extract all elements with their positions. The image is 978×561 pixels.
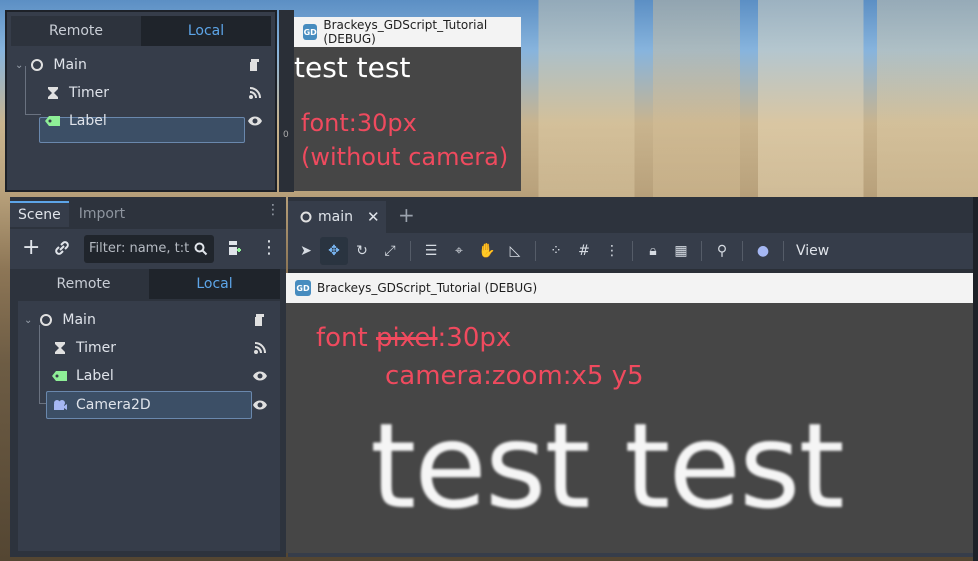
tab-label: main: [318, 209, 353, 225]
top-scene-tree: ⌄ Main Timer Label: [7, 46, 275, 186]
new-tab-icon[interactable]: +: [398, 203, 415, 227]
tree-item-camera2d[interactable]: Camera2D: [18, 392, 280, 418]
tab-import[interactable]: Import: [69, 201, 135, 227]
tree-item-label: Label: [76, 368, 114, 384]
chevron-down-icon[interactable]: ⌄: [24, 315, 32, 326]
window-title: Brackeys_GDScript_Tutorial (DEBUG): [317, 281, 538, 295]
annotation-suffix: :30px: [437, 323, 512, 353]
script-icon[interactable]: [247, 57, 263, 73]
window-titlebar[interactable]: GD Brackeys_GDScript_Tutorial (DEBUG): [294, 17, 521, 47]
ruler-tool-icon[interactable]: ◺: [501, 237, 529, 265]
select-tool-icon[interactable]: ➤: [292, 237, 320, 265]
grid-snap-icon[interactable]: #: [570, 237, 598, 265]
game-label-text: test test: [294, 51, 411, 84]
canvas-toolbar: ➤ ✥ ↻ ⤢ ☰ ⌖ ✋ ◺ ⁘ # ⋮ 🔒︎ ▦ ⚲ ● View: [288, 233, 973, 269]
move-tool-icon[interactable]: ✥: [320, 237, 348, 265]
signal-icon[interactable]: [252, 340, 268, 356]
tree-item-label-node[interactable]: Label: [7, 108, 275, 134]
top-remote-local-tabs: Remote Local: [11, 16, 271, 46]
window-titlebar[interactable]: GD Brackeys_GDScript_Tutorial (DEBUG): [286, 273, 974, 303]
bottom-scene-dock: Scene Import ⋮ + Filter: name, t:t ⋮ Rem…: [10, 197, 286, 557]
visibility-eye-icon[interactable]: [252, 397, 268, 413]
signal-icon[interactable]: [247, 85, 263, 101]
node-circle-icon: [300, 208, 312, 227]
more-options-icon[interactable]: ⋮: [260, 237, 278, 258]
snap-options-icon[interactable]: ⋮: [598, 237, 626, 265]
view-menu[interactable]: View: [796, 243, 829, 259]
tree-item-timer[interactable]: Timer: [7, 80, 275, 106]
bone-icon[interactable]: ⚲: [708, 237, 736, 265]
tab-scene[interactable]: Scene: [10, 201, 69, 227]
tree-item-label: Timer: [76, 340, 117, 356]
smart-snap-icon[interactable]: ⁘: [542, 237, 570, 265]
tab-local[interactable]: Local: [141, 16, 271, 46]
search-icon[interactable]: [194, 241, 208, 260]
tree-item-label: Camera2D: [76, 397, 151, 413]
bottom-remote-local-tabs: Remote Local: [18, 269, 280, 299]
window-right-edge: [973, 197, 978, 561]
list-select-icon[interactable]: ☰: [417, 237, 445, 265]
rotate-tool-icon[interactable]: ↻: [348, 237, 376, 265]
godot-logo-icon: GD: [303, 24, 318, 40]
tree-item-label: Label: [69, 113, 107, 129]
tree-item-label: Main: [53, 57, 87, 73]
tree-item-label: Timer: [69, 85, 110, 101]
tree-item-timer[interactable]: Timer: [18, 335, 280, 361]
filter-placeholder: Filter: name, t:t: [89, 241, 189, 256]
annotation-line2: camera:zoom:x5 y5: [385, 361, 644, 391]
pivot-tool-icon[interactable]: ⌖: [445, 237, 473, 265]
window-title: Brackeys_GDScript_Tutorial (DEBUG): [323, 18, 488, 46]
visibility-eye-icon[interactable]: [252, 368, 268, 384]
visibility-eye-icon[interactable]: [247, 113, 263, 129]
ruler-mark: 0: [283, 130, 289, 140]
label-tag-icon: [45, 113, 61, 129]
scene-tab-main[interactable]: main ✕: [288, 201, 386, 233]
label-tag-icon: [52, 368, 68, 384]
lock-icon[interactable]: 🔒︎: [639, 237, 667, 265]
game-label-text-zoomed: test test: [370, 397, 845, 535]
top-editor-viewport: 0: [279, 10, 294, 192]
bottom-game-window: GD Brackeys_GDScript_Tutorial (DEBUG) fo…: [286, 273, 974, 553]
scene-toolbar: + Filter: name, t:t ⋮: [10, 229, 286, 269]
annotation-line2: (without camera): [301, 143, 509, 171]
annotation-struck-word: pixel: [376, 323, 438, 353]
tree-item-main[interactable]: ⌄ Main: [7, 52, 275, 78]
tab-remote[interactable]: Remote: [11, 16, 141, 46]
tab-remote[interactable]: Remote: [18, 269, 149, 299]
group-icon[interactable]: ▦: [667, 237, 695, 265]
node-circle-icon: [38, 312, 54, 328]
tab-local[interactable]: Local: [149, 269, 280, 299]
add-node-icon[interactable]: +: [22, 235, 40, 260]
hourglass-icon: [45, 85, 61, 101]
tree-item-main[interactable]: ⌄ Main: [18, 307, 280, 333]
link-icon[interactable]: [54, 240, 70, 260]
godot-logo-icon: GD: [295, 280, 311, 296]
camera-override-icon[interactable]: ●: [749, 237, 777, 265]
dock-tabs: Scene Import: [10, 201, 135, 227]
script-icon[interactable]: [252, 312, 268, 328]
annotation-line1: font:30px: [301, 109, 417, 137]
bottom-scene-tree: ⌄ Main Timer Label Camera2D: [18, 301, 280, 551]
pan-tool-icon[interactable]: ✋: [473, 237, 501, 265]
tree-item-label: Main: [62, 312, 96, 328]
close-icon[interactable]: ✕: [367, 208, 380, 226]
top-scene-dock: Remote Local ⌄ Main Timer Label: [5, 10, 277, 192]
annotation-prefix: font: [316, 323, 376, 353]
camera-icon: [52, 397, 68, 413]
dock-menu-icon[interactable]: ⋮: [266, 203, 280, 217]
hourglass-icon: [52, 340, 68, 356]
filter-input[interactable]: Filter: name, t:t: [84, 235, 214, 263]
scale-tool-icon[interactable]: ⤢: [376, 237, 404, 265]
scene-tab-bar: main ✕ +: [288, 197, 973, 233]
instance-scene-icon[interactable]: [226, 240, 242, 260]
top-game-window: GD Brackeys_GDScript_Tutorial (DEBUG) te…: [294, 17, 521, 191]
chevron-down-icon[interactable]: ⌄: [15, 60, 23, 71]
tree-item-label-node[interactable]: Label: [18, 363, 280, 389]
annotation-line1: font pixel:30px: [316, 323, 511, 353]
node-circle-icon: [29, 57, 45, 73]
